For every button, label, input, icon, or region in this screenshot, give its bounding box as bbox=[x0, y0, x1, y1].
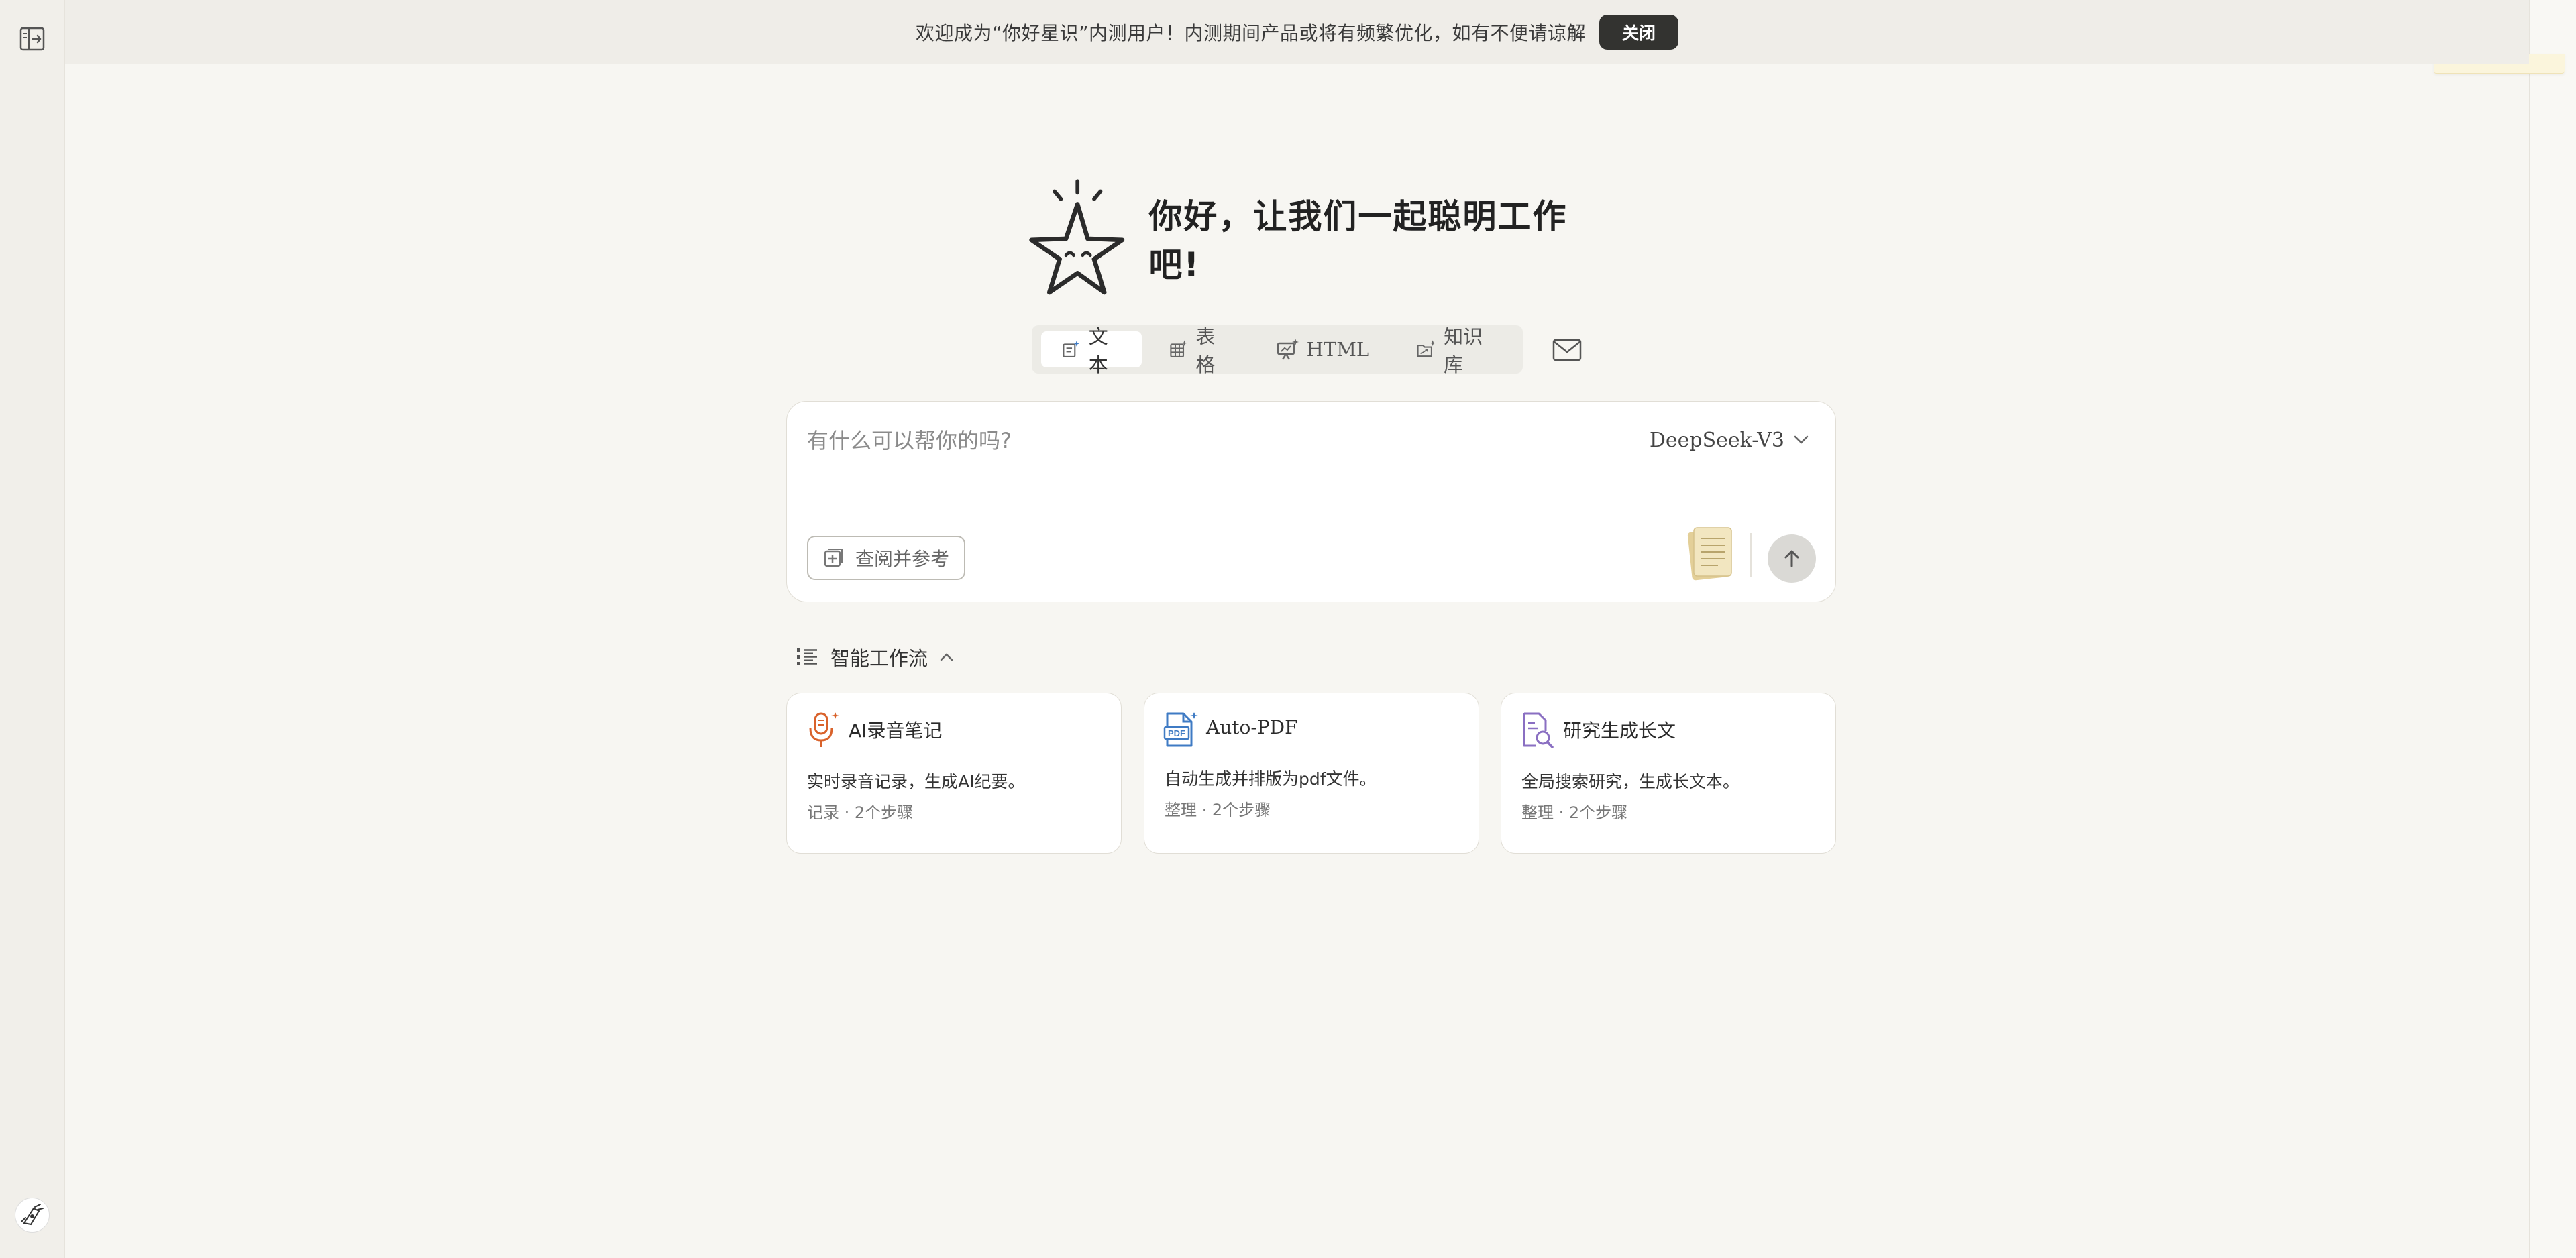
workflow-card-meta: 记录 · 2个步骤 bbox=[807, 803, 914, 822]
add-reference-icon bbox=[824, 549, 843, 567]
chevron-down-icon bbox=[1794, 435, 1809, 444]
microphone-icon bbox=[809, 712, 839, 747]
workflow-card-research[interactable]: 研究生成长文 全局搜索研究，生成长文本。 整理 · 2个步骤 bbox=[1501, 693, 1836, 854]
avatar-sketch-icon bbox=[21, 1204, 44, 1226]
workflow-card-meta: 整理 · 2个步骤 bbox=[1165, 801, 1271, 819]
notes-stack-button[interactable] bbox=[1682, 521, 1739, 583]
model-select-value: DeepSeek-V3 bbox=[1649, 428, 1784, 452]
workflow-card-title: Auto-PDF bbox=[1206, 716, 1298, 738]
workflow-card-meta: 整理 · 2个步骤 bbox=[1521, 803, 1628, 822]
chevron-up-icon bbox=[940, 653, 953, 661]
sidebar-expand-icon bbox=[19, 27, 45, 51]
presentation-sparkle-icon bbox=[1277, 339, 1299, 360]
tab-table[interactable]: 表格 bbox=[1148, 325, 1249, 376]
tab-table-label: 表格 bbox=[1195, 325, 1216, 376]
tab-text-label: 文本 bbox=[1088, 325, 1108, 376]
workflow-section-title: 智能工作流 bbox=[830, 647, 928, 670]
hero: 你好，让我们一起聪明工作吧! bbox=[1026, 171, 1597, 305]
table-sparkle-icon bbox=[1170, 340, 1187, 358]
workflow-card-description: 自动生成并排版为pdf文件。 bbox=[1165, 769, 1377, 789]
prompt-input[interactable] bbox=[807, 420, 1578, 461]
workflow-section-toggle[interactable]: 智能工作流 bbox=[796, 640, 953, 674]
mail-icon bbox=[1552, 339, 1582, 361]
workflow-card-description: 全局搜索研究，生成长文本。 bbox=[1521, 772, 1740, 791]
tab-html[interactable]: HTML bbox=[1256, 331, 1390, 367]
input-action-divider bbox=[1750, 533, 1752, 577]
text-sparkle-icon bbox=[1063, 341, 1080, 358]
reference-button-label: 查阅并参考 bbox=[855, 548, 950, 570]
mail-button[interactable] bbox=[1548, 334, 1586, 366]
sidebar-toggle-button[interactable] bbox=[17, 25, 47, 52]
prompt-input-card: DeepSeek-V3 查阅并参考 bbox=[786, 401, 1836, 602]
folder-sparkle-icon bbox=[1417, 340, 1436, 357]
workflow-card-title: 研究生成长文 bbox=[1563, 720, 1676, 742]
workflow-card-ai-recording[interactable]: AI录音笔记 实时录音记录，生成AI纪要。 记录 · 2个步骤 bbox=[786, 693, 1122, 854]
workflow-card-title: AI录音笔记 bbox=[849, 720, 943, 742]
arrow-up-icon bbox=[1784, 550, 1799, 567]
tab-text[interactable]: 文本 bbox=[1041, 325, 1142, 376]
right-panel-strip bbox=[2529, 0, 2576, 1258]
workflow-card-auto-pdf[interactable]: PDF Auto-PDF 自动生成并排版为pdf文件。 整理 · 2个步骤 bbox=[1144, 693, 1479, 854]
beta-notice-banner: 欢迎成为“你好星识”内测用户！内测期间产品或将有频繁优化，如有不便请谅解 关闭 bbox=[65, 0, 2529, 64]
tab-knowledge-base-label: 知识库 bbox=[1444, 325, 1483, 376]
reference-button[interactable]: 查阅并参考 bbox=[807, 536, 966, 580]
left-rail bbox=[0, 0, 65, 1258]
banner-message: 欢迎成为“你好星识”内测用户！内测期间产品或将有频繁优化，如有不便请谅解 bbox=[915, 21, 1586, 44]
pdf-icon: PDF bbox=[1163, 712, 1198, 747]
model-select[interactable]: DeepSeek-V3 bbox=[1650, 423, 1809, 457]
send-button[interactable] bbox=[1768, 534, 1816, 583]
banner-close-button[interactable]: 关闭 bbox=[1599, 14, 1679, 50]
app-root: 欢迎成为“你好星识”内测用户！内测期间产品或将有频繁优化，如有不便请谅解 关闭 … bbox=[0, 0, 2576, 1258]
notes-stack-icon bbox=[1687, 527, 1732, 581]
svg-text:PDF: PDF bbox=[1168, 728, 1185, 738]
mode-tab-bar: 文本 表格 HTML 知识库 bbox=[1032, 325, 1523, 376]
user-avatar[interactable] bbox=[15, 1198, 50, 1233]
smiling-star-icon bbox=[1029, 179, 1125, 295]
list-icon bbox=[797, 648, 817, 665]
hero-title: 你好，让我们一起聪明工作吧! bbox=[1148, 197, 1568, 284]
workflow-card-description: 实时录音记录，生成AI纪要。 bbox=[807, 772, 1025, 791]
tab-knowledge-base[interactable]: 知识库 bbox=[1396, 325, 1513, 376]
document-search-icon bbox=[1523, 712, 1554, 748]
tab-html-label: HTML bbox=[1306, 338, 1370, 361]
